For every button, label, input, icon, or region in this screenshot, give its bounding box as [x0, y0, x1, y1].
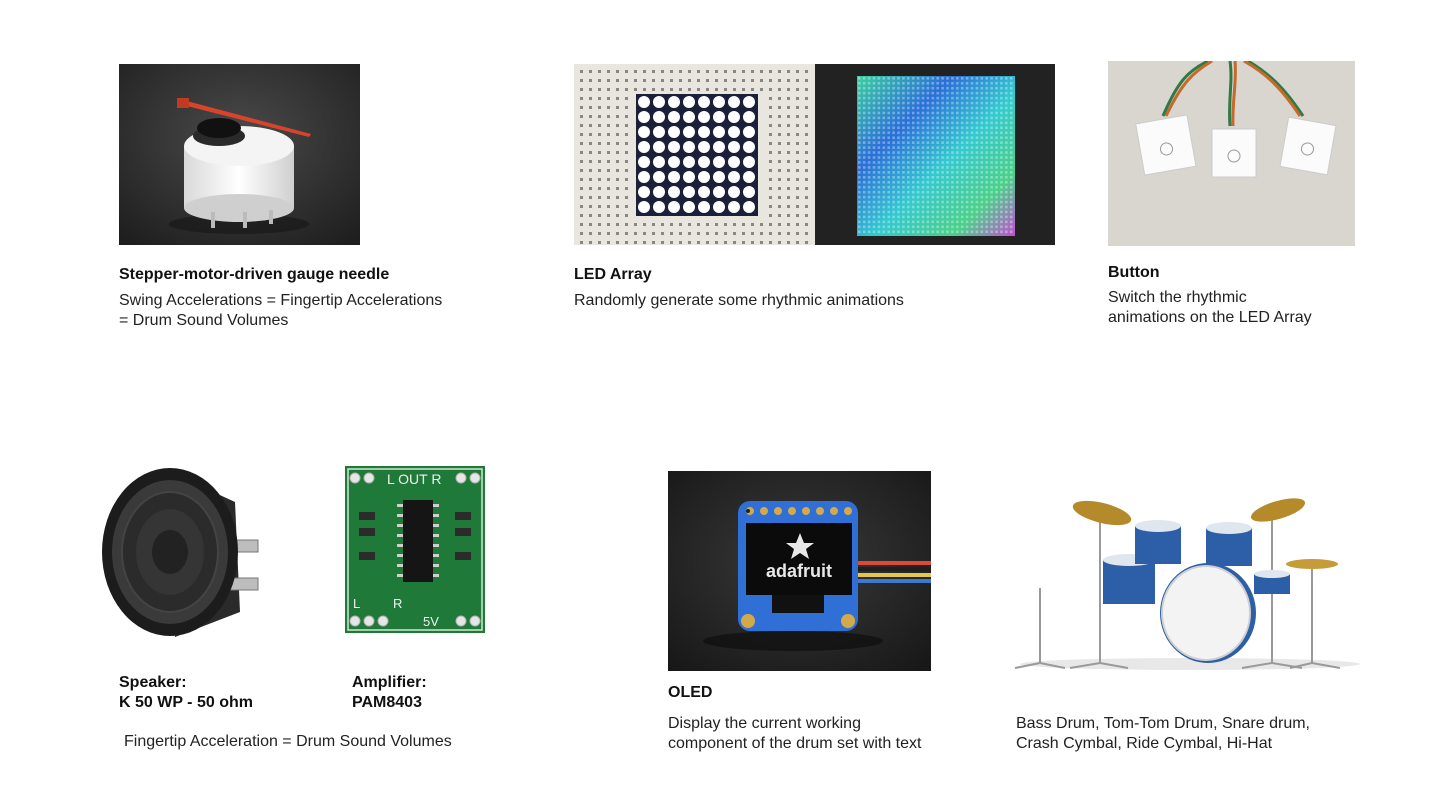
- oled-description-line-1: Display the current working: [668, 715, 861, 732]
- gauge-description-line-2: = Drum Sound Volumes: [119, 312, 289, 329]
- oled-module-photo: adafruit: [668, 471, 931, 671]
- drum-set-photo: [1010, 488, 1370, 673]
- touch-button-photo: [1108, 61, 1355, 246]
- amp-left-label: L: [353, 596, 360, 611]
- oled-description-line-2: component of the drum set with text: [668, 735, 922, 752]
- led-title: LED Array: [574, 266, 652, 283]
- drums-description-line-1: Bass Drum, Tom-Tom Drum, Snare drum,: [1016, 715, 1310, 732]
- speaker-title-line-1: Speaker:: [119, 674, 187, 691]
- led-description: Randomly generate some rhythmic animatio…: [574, 292, 904, 309]
- amplifier-title-line-1: Amplifier:: [352, 674, 427, 691]
- button-description-line-2: animations on the LED Array: [1108, 309, 1312, 326]
- button-description-line-1: Switch the rhythmic: [1108, 289, 1247, 306]
- drums-description-line-2: Crash Cymbal, Ride Cymbal, Hi-Hat: [1016, 735, 1273, 752]
- gauge-title: Stepper-motor-driven gauge needle: [119, 266, 390, 283]
- amp-top-label: L OUT R: [387, 471, 441, 487]
- speaker-title-line-2: K 50 WP - 50 ohm: [119, 694, 253, 711]
- amp-voltage-label: 5V: [423, 614, 439, 629]
- gauge-needle-photo: [119, 64, 360, 245]
- button-title: Button: [1108, 264, 1160, 281]
- oled-title: OLED: [668, 684, 713, 701]
- audio-note: Fingertip Acceleration = Drum Sound Volu…: [124, 733, 452, 750]
- led-matrix-photo: [574, 64, 1055, 245]
- amplifier-title-line-2: PAM8403: [352, 694, 422, 711]
- speaker-photo: [100, 462, 265, 640]
- amplifier-board-photo: L OUT R L R 5V: [345, 466, 485, 633]
- amp-right-label: R: [393, 596, 402, 611]
- oled-screen-text: adafruit: [766, 561, 832, 581]
- gauge-description-line-1: Swing Accelerations = Fingertip Accelera…: [119, 292, 443, 309]
